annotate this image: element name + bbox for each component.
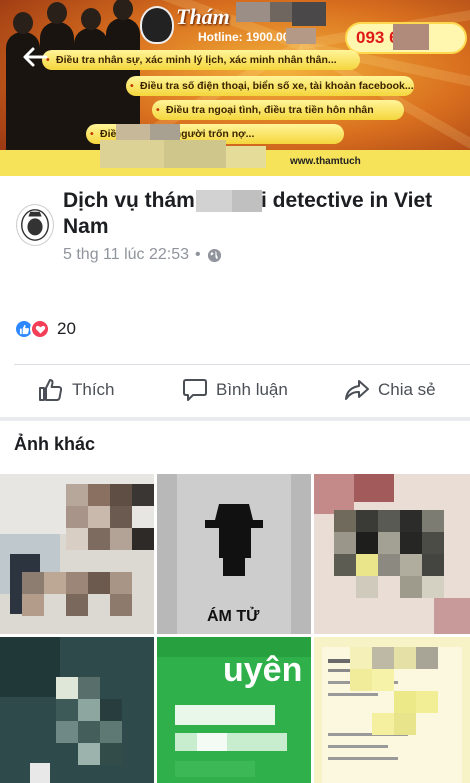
censor-block	[292, 2, 326, 26]
page-avatar[interactable]	[16, 204, 54, 246]
back-arrow-icon[interactable]	[22, 46, 48, 68]
censor-block	[286, 28, 316, 44]
like-label: Thích	[72, 380, 115, 399]
detective-silhouette-icon	[205, 504, 263, 576]
reactions-summary[interactable]: 20	[14, 319, 76, 339]
banner-website: www.thamtuch	[290, 156, 361, 167]
post-timestamp[interactable]: 5 thg 11 lúc 22:53	[63, 246, 189, 264]
section-separator	[0, 417, 470, 421]
banner-hotline: Hotline: 1900.00	[198, 30, 290, 44]
censor-block	[236, 2, 270, 22]
post-meta: 5 thg 11 lúc 22:53 •	[63, 246, 222, 264]
censor-block	[100, 140, 164, 168]
photo-thumbnail-2[interactable]: ÁM TỬ	[157, 474, 311, 634]
comment-label: Bình luận	[216, 380, 288, 399]
censor-block	[393, 24, 429, 50]
banner-service-1: Điều tra nhân sự, xác minh lý lịch, xác …	[42, 50, 360, 70]
other-photos-title: Ảnh khác	[14, 434, 96, 454]
like-button[interactable]: Thích	[38, 374, 115, 406]
globe-icon	[207, 248, 221, 262]
love-reaction-icon	[30, 319, 50, 339]
meta-separator: •	[195, 246, 201, 263]
banner-service-3: Điều tra ngoại tình, điều tra tiền hôn n…	[152, 100, 404, 120]
photo-caption: ÁM TỬ	[207, 608, 260, 625]
divider	[14, 364, 470, 365]
cover-banner[interactable]: Thám Hotline: 1900.00 093 666 Điều tra n…	[0, 0, 470, 176]
like-thumb-icon	[39, 379, 63, 401]
comment-bubble-icon	[183, 379, 207, 401]
share-label: Chia sẻ	[378, 380, 436, 399]
photo-caption: uyên	[223, 651, 303, 689]
banner-brand: Thám	[176, 4, 230, 29]
share-arrow-icon	[345, 380, 369, 400]
share-button[interactable]: Chia sẻ	[344, 374, 436, 406]
banner-service-2: Điều tra số điện thoại, biển số xe, tài …	[126, 76, 414, 96]
detective-logo	[140, 6, 174, 44]
photo-thumbnail-1[interactable]	[0, 474, 154, 634]
comment-button[interactable]: Bình luận	[182, 374, 288, 406]
censor-block	[196, 190, 232, 212]
photo-thumbnail-6[interactable]	[314, 637, 470, 783]
photo-thumbnail-3[interactable]	[314, 474, 470, 634]
photo-thumbnail-4[interactable]	[0, 637, 154, 783]
censor-block	[270, 2, 292, 22]
photo-thumbnail-5[interactable]: uyên	[157, 637, 311, 783]
censor-block	[164, 140, 226, 168]
censor-block	[232, 190, 262, 212]
reaction-count: 20	[57, 319, 76, 338]
censor-block	[226, 146, 266, 168]
